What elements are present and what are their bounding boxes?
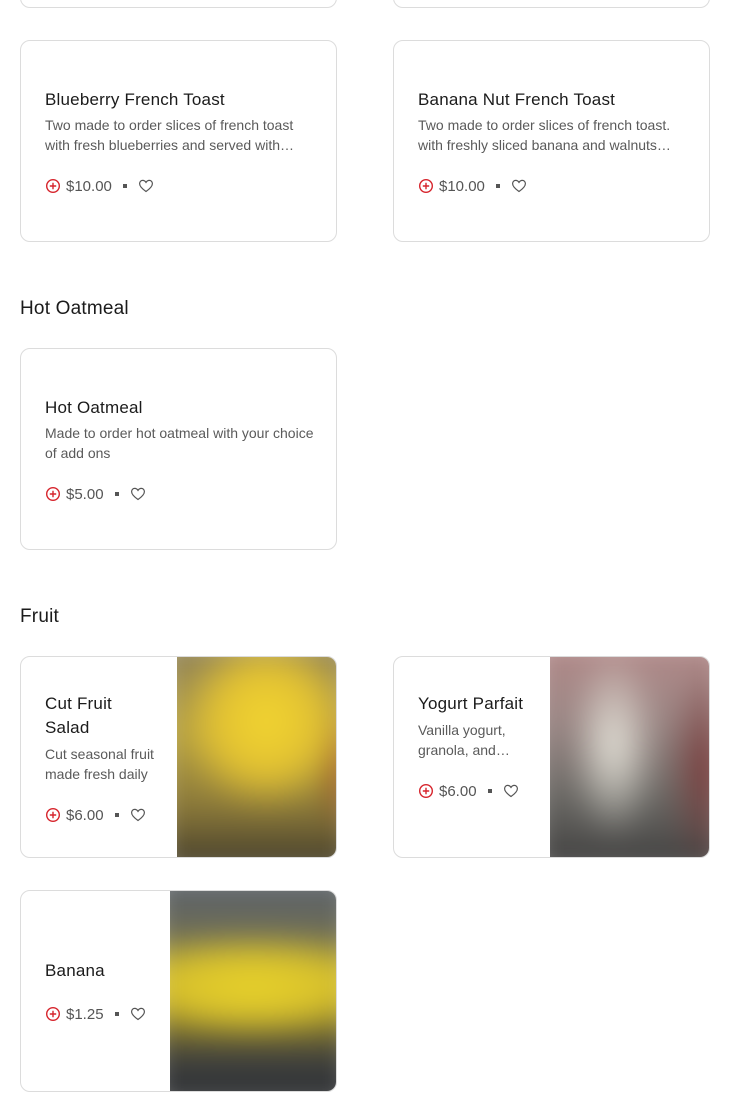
heart-outline-icon[interactable]	[130, 486, 146, 502]
menu-item-description: Two made to order slices of french toast…	[45, 117, 294, 153]
menu-item-card[interactable]: Banana $1.25	[20, 890, 337, 1092]
menu-item-price: $6.00	[439, 782, 477, 800]
separator-dot	[114, 1012, 119, 1016]
add-circle-icon[interactable]	[418, 178, 434, 194]
menu-item-name: Hot Oatmeal	[45, 398, 143, 417]
section-title: Hot Oatmeal	[20, 298, 129, 319]
menu-item-name: Blueberry French Toast	[45, 90, 225, 109]
menu-item-card[interactable]: Cut Fruit Salad Cut seasonal fruit made …	[20, 656, 337, 858]
banana-photo	[170, 891, 336, 1091]
add-circle-icon[interactable]	[45, 1006, 61, 1022]
separator-dot	[495, 184, 500, 188]
add-circle-icon[interactable]	[45, 807, 61, 823]
menu-item-price: $5.00	[66, 485, 104, 503]
menu-item-description: Vanilla yogurt, granola, and fresh berri…	[418, 722, 506, 758]
menu-item-price: $10.00	[439, 177, 485, 195]
add-circle-icon[interactable]	[45, 178, 61, 194]
menu-item-price: $10.00	[66, 177, 112, 195]
heart-outline-icon[interactable]	[130, 807, 146, 823]
menu-item-description: Made to order hot oatmeal with your choi…	[45, 425, 314, 461]
menu-item-name: Yogurt Parfait	[418, 694, 524, 713]
fruit-salad-photo	[177, 657, 336, 857]
section-title: Fruit	[20, 606, 59, 627]
separator-dot	[114, 492, 119, 496]
heart-outline-icon[interactable]	[511, 178, 527, 194]
heart-outline-icon[interactable]	[503, 783, 519, 799]
menu-item-description: Cut seasonal fruit made fresh daily	[45, 746, 154, 782]
menu-item-name: Banana	[45, 961, 105, 980]
add-circle-icon[interactable]	[418, 783, 434, 799]
menu-item-price: $1.25	[66, 1005, 104, 1023]
menu-item-card[interactable]: Yogurt Parfait Vanilla yogurt, granola, …	[393, 656, 710, 858]
separator-dot	[122, 184, 127, 188]
add-circle-icon[interactable]	[45, 486, 61, 502]
menu-item-card[interactable]: Hot Oatmeal Made to order hot oatmeal wi…	[20, 348, 337, 550]
heart-outline-icon[interactable]	[130, 1006, 146, 1022]
menu-item-card[interactable]: Blueberry French Toast Two made to order…	[20, 40, 337, 242]
menu-card-partial[interactable]	[20, 0, 337, 8]
menu-item-name: Banana Nut French Toast	[418, 90, 616, 109]
menu-item-name: Cut Fruit Salad	[45, 694, 112, 737]
separator-dot	[114, 813, 119, 817]
menu-item-card[interactable]: Banana Nut French Toast Two made to orde…	[393, 40, 710, 242]
menu-item-description: Two made to order slices of french toast…	[418, 117, 671, 153]
heart-outline-icon[interactable]	[138, 178, 154, 194]
separator-dot	[487, 789, 492, 793]
menu-card-partial[interactable]	[393, 0, 710, 8]
menu-item-price: $6.00	[66, 806, 104, 824]
yogurt-parfait-photo	[550, 657, 709, 857]
